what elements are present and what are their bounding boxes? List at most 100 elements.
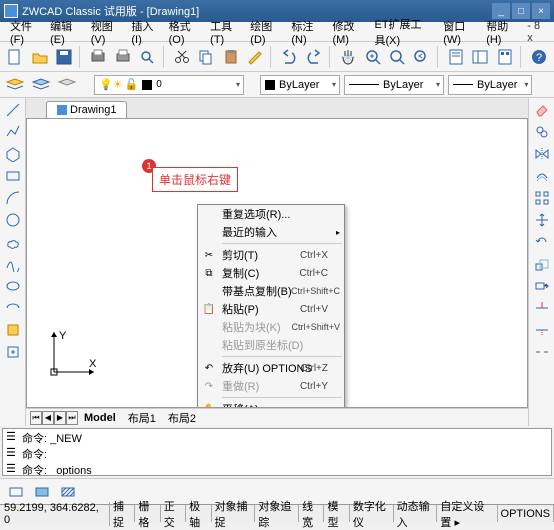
layer-states-icon[interactable]: [30, 74, 52, 96]
stretch-icon[interactable]: [532, 276, 552, 296]
menu-modify[interactable]: 修改(M): [326, 16, 368, 48]
grid-toggle[interactable]: 栅格: [135, 505, 160, 522]
copy-obj-icon[interactable]: [532, 122, 552, 142]
zoom-realtime-button[interactable]: [361, 45, 383, 69]
cut-button[interactable]: [170, 45, 192, 69]
tablet-toggle[interactable]: 数字化仪: [350, 505, 394, 522]
layer-mgr-icon[interactable]: [4, 74, 26, 96]
trim-icon[interactable]: [532, 298, 552, 318]
ctx-repeat[interactable]: 重复选项(R)...: [198, 205, 344, 223]
menu-view[interactable]: 视图(V): [85, 16, 126, 48]
menu-dimension[interactable]: 标注(N): [285, 16, 326, 48]
layer-prev-icon[interactable]: [56, 74, 78, 96]
make-block-icon[interactable]: [3, 342, 23, 362]
mdi-controls[interactable]: - 8 x: [521, 18, 550, 46]
ctx-copybase[interactable]: 带基点复制(B)Ctrl+Shift+C: [198, 282, 344, 300]
model-tab[interactable]: Model: [78, 412, 122, 424]
ctx-pastecoord: 粘贴到原坐标(D): [198, 336, 344, 354]
ctx-recent[interactable]: 最近的输入▸: [198, 223, 344, 241]
menu-file[interactable]: 文件(F): [4, 16, 44, 48]
layout2-tab[interactable]: 布局2: [162, 410, 202, 426]
dyn-toggle[interactable]: 动态输入: [394, 505, 438, 522]
design-center-button[interactable]: [469, 45, 491, 69]
undo-icon: ↶: [202, 361, 216, 375]
array-icon[interactable]: [532, 188, 552, 208]
zoom-window-button[interactable]: [386, 45, 408, 69]
custom-btn[interactable]: 自定义设置 ▸: [437, 505, 497, 522]
ellipse-icon[interactable]: [3, 276, 23, 296]
osnap-toggle[interactable]: 对象捕捉: [212, 505, 256, 522]
options-status[interactable]: OPTIONS: [498, 505, 554, 522]
scale-icon[interactable]: [532, 254, 552, 274]
zoom-prev-button[interactable]: [410, 45, 432, 69]
coordinates: 59.2199, 364.6282, 0: [0, 502, 110, 526]
insert-block-icon[interactable]: [3, 320, 23, 340]
rect-b-icon[interactable]: [4, 480, 28, 504]
menu-edit[interactable]: 编辑(E): [44, 16, 85, 48]
redo-button[interactable]: [303, 45, 325, 69]
menu-draw[interactable]: 绘图(D): [244, 16, 285, 48]
lwt-toggle[interactable]: 线宽: [299, 505, 324, 522]
line-icon[interactable]: [3, 100, 23, 120]
arc-icon[interactable]: [3, 188, 23, 208]
copy-icon: ⧉: [202, 266, 216, 280]
command-window[interactable]: ☰命令: _NEW ☰命令: ☰命令: _options 命令:: [2, 428, 552, 476]
ctx-paste[interactable]: 📋粘贴(P)Ctrl+V: [198, 300, 344, 318]
save-button[interactable]: [53, 45, 75, 69]
tab-nav[interactable]: ⏮◀▶⏭: [30, 411, 78, 425]
offset-icon[interactable]: [532, 166, 552, 186]
otrack-toggle[interactable]: 对象追踪: [255, 505, 299, 522]
paste-button[interactable]: [219, 45, 241, 69]
print-button[interactable]: [112, 45, 134, 69]
ctx-pasteblock: 粘贴为块(K)Ctrl+Shift+V: [198, 318, 344, 336]
spline-icon[interactable]: [3, 254, 23, 274]
polar-toggle[interactable]: 极轴: [186, 505, 211, 522]
color-select[interactable]: ByLayer: [260, 75, 340, 95]
polygon-icon[interactable]: [3, 144, 23, 164]
properties-button[interactable]: [444, 45, 466, 69]
ctx-pan[interactable]: ✋平移(A): [198, 400, 344, 408]
mirror-icon[interactable]: [532, 144, 552, 164]
model-toggle[interactable]: 模型: [324, 505, 349, 522]
layer-select[interactable]: 💡☀🔓0: [94, 75, 244, 95]
menu-format[interactable]: 格式(O): [163, 16, 205, 48]
break-icon[interactable]: [532, 342, 552, 362]
hatch-icon[interactable]: [56, 480, 80, 504]
annotation-callout: 单击鼠标右键: [152, 167, 238, 192]
menu-help[interactable]: 帮助(H): [480, 16, 521, 48]
menu-insert[interactable]: 插入(I): [125, 16, 162, 48]
tool-palettes-button[interactable]: [493, 45, 515, 69]
svg-text:Y: Y: [59, 330, 67, 342]
ctx-copy[interactable]: ⧉复制(C)Ctrl+C: [198, 264, 344, 282]
erase-icon[interactable]: [532, 100, 552, 120]
pline-icon[interactable]: [3, 122, 23, 142]
menu-tools[interactable]: 工具(T): [204, 16, 244, 48]
menu-window[interactable]: 窗口(W): [437, 16, 480, 48]
ctx-undo[interactable]: ↶放弃(U) OPTIONSCtrl+Z: [198, 359, 344, 377]
pan-button[interactable]: [337, 45, 359, 69]
lineweight-select[interactable]: ByLayer: [448, 75, 532, 95]
fill-icon[interactable]: [30, 480, 54, 504]
drawing-canvas[interactable]: XY 1 单击鼠标右键 重复选项(R)... 最近的输入▸ ✂剪切(T)Ctrl…: [26, 118, 528, 408]
rect-icon[interactable]: [3, 166, 23, 186]
rotate-icon[interactable]: [532, 232, 552, 252]
undo-button[interactable]: [278, 45, 300, 69]
snap-toggle[interactable]: 捕捉: [110, 505, 135, 522]
circle-icon[interactable]: [3, 210, 23, 230]
move-icon[interactable]: [532, 210, 552, 230]
help-button[interactable]: ?: [528, 45, 550, 69]
ortho-toggle[interactable]: 正交: [161, 505, 186, 522]
drawing-tab[interactable]: Drawing1: [46, 101, 127, 118]
new-button[interactable]: [4, 45, 26, 69]
find-button[interactable]: [136, 45, 158, 69]
linetype-select[interactable]: ByLayer: [344, 75, 444, 95]
copy-button[interactable]: [195, 45, 217, 69]
print-preview-button[interactable]: [87, 45, 109, 69]
ctx-cut[interactable]: ✂剪切(T)Ctrl+X: [198, 246, 344, 264]
revcloud-icon[interactable]: [3, 232, 23, 252]
layout1-tab[interactable]: 布局1: [122, 410, 162, 426]
ellipse-arc-icon[interactable]: [3, 298, 23, 318]
extend-icon[interactable]: [532, 320, 552, 340]
open-button[interactable]: [28, 45, 50, 69]
match-prop-button[interactable]: [244, 45, 266, 69]
